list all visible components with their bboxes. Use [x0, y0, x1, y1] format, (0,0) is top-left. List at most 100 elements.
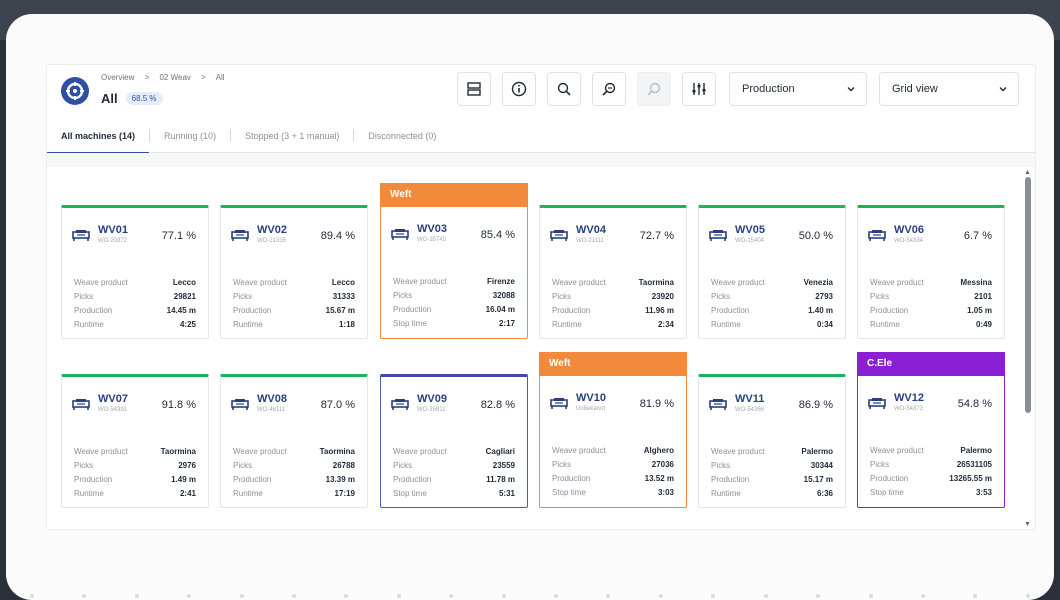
- machine-card[interactable]: WV06 WO-54334 6.7 % Weave product Messina Pic…: [857, 205, 1005, 339]
- layout-list-button[interactable]: [457, 72, 491, 106]
- scroll-down-arrow[interactable]: ▼: [1024, 521, 1031, 528]
- detail-value: 30344: [810, 461, 833, 470]
- filter-settings-button[interactable]: [682, 72, 716, 106]
- detail-label: Picks: [233, 461, 253, 470]
- machine-card[interactable]: WV04 WO-21111 72.7 % Weave product Taormina P…: [539, 205, 687, 339]
- detail-value: 23559: [492, 461, 515, 470]
- chevron-down-icon: [999, 87, 1007, 92]
- detail-value: 3:53: [975, 488, 992, 497]
- loom-icon: [72, 397, 90, 415]
- machine-efficiency: 89.4 %: [320, 230, 355, 242]
- detail-row: Production 13265.55 m: [870, 472, 992, 486]
- logo-icon[interactable]: [61, 77, 89, 105]
- tab-all-machines[interactable]: All machines (14): [47, 117, 150, 154]
- machine-card[interactable]: WV09 WO-35811 82.8 % Weave product Cagliari P…: [380, 374, 528, 508]
- machine-card[interactable]: WV02 WO-21335 89.4 % Weave product Lecco Pick…: [220, 205, 368, 339]
- breadcrumb-overview[interactable]: Overview: [101, 73, 134, 82]
- detail-value: 3:03: [657, 488, 674, 497]
- header: Overview > 02 Weav > All All 68.5 % Prod…: [47, 65, 1035, 117]
- detail-row: Production 15.67 m: [233, 304, 355, 318]
- machine-card[interactable]: WV08 WO-46111 87.0 % Weave product Taormina P…: [220, 374, 368, 508]
- machine-name: WV05: [735, 224, 765, 236]
- grid-toolbar-strip: [47, 153, 1035, 167]
- work-order: WO-54391: [98, 407, 128, 413]
- detail-row: Stop time 3:53: [870, 486, 992, 500]
- detail-value: 27036: [651, 460, 674, 469]
- detail-value: Firenze: [486, 277, 515, 286]
- detail-row: Runtime 2:41: [74, 487, 196, 501]
- production-select[interactable]: Production: [729, 72, 867, 106]
- detail-label: Weave product: [233, 278, 287, 287]
- machine-name: WV12: [894, 392, 924, 404]
- machine-card[interactable]: WV11 WO-54366 86.9 % Weave product Palermo Pi…: [698, 374, 846, 508]
- machine-efficiency: 81.9 %: [639, 398, 674, 410]
- machine-details: Weave product Lecco Picks 31333 Production 15…: [233, 276, 355, 332]
- loom-icon: [550, 396, 568, 414]
- machine-card[interactable]: WV01 WO-20372 77.1 % Weave product Lecco Pick…: [61, 205, 209, 339]
- detail-label: Picks: [870, 460, 890, 469]
- machine-name: WV02: [257, 224, 287, 236]
- machine-details: Weave product Firenze Picks 32088 Production…: [393, 275, 515, 331]
- detail-label: Production: [233, 475, 272, 484]
- loom-icon: [231, 228, 249, 246]
- search-button[interactable]: [547, 72, 581, 106]
- detail-label: Production: [233, 306, 272, 315]
- page-title: All: [101, 91, 118, 106]
- scrollbar-thumb[interactable]: [1025, 177, 1031, 413]
- detail-value: 13.52 m: [644, 474, 674, 483]
- detail-value: 31333: [332, 292, 355, 301]
- detail-value: 16.04 m: [485, 305, 515, 314]
- view-select[interactable]: Grid view: [879, 72, 1019, 106]
- detail-value: Taormina: [160, 447, 196, 456]
- zoom-search-icon: [602, 82, 616, 96]
- tab-stopped[interactable]: Stopped (3 + 1 manual): [231, 117, 353, 153]
- sliders-icon: [692, 83, 706, 95]
- detail-row: Production 14.45 m: [74, 304, 196, 318]
- detail-value: 14.45 m: [166, 306, 196, 315]
- detail-row: Production 11.96 m: [552, 304, 674, 318]
- machine-card[interactable]: Weft WV03 WO-35745 85.4 % Weave product Firen…: [380, 183, 528, 339]
- tab-disconnected[interactable]: Disconnected (0): [354, 117, 450, 153]
- scroll-up-arrow[interactable]: ▲: [1024, 169, 1031, 176]
- detail-label: Picks: [393, 291, 413, 300]
- zoom-reset-button[interactable]: [637, 72, 671, 106]
- detail-row: Stop time 3:03: [552, 486, 674, 500]
- detail-row: Stop time 5:31: [393, 487, 515, 501]
- detail-value: Messina: [960, 278, 992, 287]
- detail-label: Weave product: [870, 278, 924, 287]
- work-order: WO-35745: [417, 237, 447, 243]
- detail-value: 26531105: [956, 460, 992, 469]
- machine-card[interactable]: Weft WV10 Unbekannt 81.9 % Weave product Algh…: [539, 352, 687, 508]
- detail-row: Runtime 2:34: [552, 318, 674, 332]
- breadcrumb-hall[interactable]: 02 Weav: [159, 73, 190, 82]
- detail-label: Production: [393, 305, 432, 314]
- zoom-search-button[interactable]: [592, 72, 626, 106]
- machine-card[interactable]: WV05 WO-15404 50.0 % Weave product Venezia Pi…: [698, 205, 846, 339]
- machine-card[interactable]: C.Ele WV12 WO-54373 54.8 % Weave product Pale…: [857, 352, 1005, 508]
- detail-row: Picks 26788: [233, 459, 355, 473]
- detail-row: Weave product Cagliari: [393, 445, 515, 459]
- detail-row: Weave product Taormina: [74, 445, 196, 459]
- detail-label: Weave product: [711, 278, 765, 287]
- detail-label: Picks: [711, 461, 731, 470]
- machine-efficiency: 91.8 %: [161, 399, 196, 411]
- detail-row: Production 1.40 m: [711, 304, 833, 318]
- machine-name: WV08: [257, 393, 287, 405]
- tab-running[interactable]: Running (10): [150, 117, 230, 153]
- machine-card[interactable]: WV07 WO-54391 91.8 % Weave product Taormina P…: [61, 374, 209, 508]
- status-tabs: All machines (14) Running (10) Stopped (…: [47, 117, 1035, 154]
- detail-row: Picks 2793: [711, 290, 833, 304]
- detail-row: Picks 2101: [870, 290, 992, 304]
- work-order: WO-54334: [894, 238, 924, 244]
- detail-label: Weave product: [711, 447, 765, 456]
- detail-label: Stop time: [552, 488, 586, 497]
- work-order: Unbekannt: [576, 406, 606, 412]
- detail-value: 26788: [332, 461, 355, 470]
- detail-value: 6:36: [816, 489, 833, 498]
- info-button[interactable]: [502, 72, 536, 106]
- machine-name: WV09: [417, 393, 447, 405]
- machine-efficiency: 54.8 %: [957, 398, 992, 410]
- detail-label: Production: [393, 475, 432, 484]
- detail-value: Palermo: [801, 447, 833, 456]
- breadcrumb-all[interactable]: All: [216, 73, 225, 82]
